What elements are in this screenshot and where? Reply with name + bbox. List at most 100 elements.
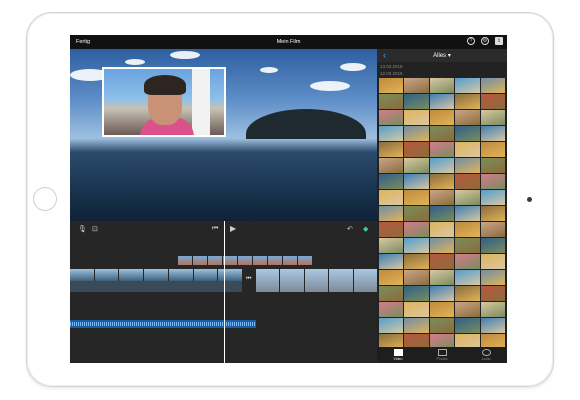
media-thumbnail[interactable] [379,270,404,285]
media-thumbnail[interactable] [379,174,404,189]
media-thumbnail[interactable] [455,238,480,253]
main-clip-strip[interactable] [70,269,243,281]
media-thumbnail[interactable] [480,78,505,93]
media-thumbnail[interactable] [429,190,455,205]
settings-icon[interactable]: ⚙ [481,37,489,45]
media-thumbnail[interactable] [379,318,404,333]
media-thumbnail[interactable] [379,126,404,141]
settings-icon[interactable]: ◆ [363,225,368,233]
media-thumbnail[interactable] [480,318,505,333]
media-thumbnail[interactable] [429,286,455,301]
audio-track[interactable] [70,320,256,328]
media-thumbnail[interactable] [480,158,505,173]
media-thumbnail[interactable] [404,126,429,141]
camera-icon[interactable]: ⊡ [92,225,98,233]
media-thumbnail[interactable] [455,190,480,205]
media-thumbnail[interactable] [379,206,404,221]
media-thumbnail[interactable] [455,254,480,269]
media-thumbnail[interactable] [379,222,404,237]
second-clip-strip[interactable] [256,269,378,292]
play-icon[interactable]: ▶ [230,224,236,233]
picture-in-picture-clip[interactable] [102,67,226,137]
media-thumbnail[interactable] [480,222,505,237]
media-thumbnail[interactable] [404,302,429,317]
media-thumbnail[interactable] [455,270,480,285]
media-thumbnail[interactable] [455,110,480,125]
home-button[interactable] [33,187,57,211]
media-thumbnail[interactable] [379,158,404,173]
media-thumbnail[interactable] [429,110,455,125]
media-thumbnail[interactable] [404,206,429,221]
media-thumbnail[interactable] [455,94,480,109]
media-thumbnail[interactable] [455,206,480,221]
tab-photos[interactable]: Photos [427,348,457,361]
media-thumbnail[interactable] [455,126,480,141]
media-thumbnail[interactable] [455,174,480,189]
media-thumbnail[interactable] [429,158,455,173]
media-thumbnail[interactable] [480,110,505,125]
media-thumbnail[interactable] [404,286,429,301]
help-icon[interactable]: ? [467,37,475,45]
media-thumbnail[interactable] [455,286,480,301]
media-thumbnail[interactable] [480,126,505,141]
media-thumbnail[interactable] [480,254,505,269]
media-thumbnail[interactable] [429,270,455,285]
media-thumbnail[interactable] [429,174,455,189]
media-thumbnail[interactable] [429,94,455,109]
media-thumbnail[interactable] [480,190,505,205]
media-thumbnail[interactable] [455,158,480,173]
media-thumbnail[interactable] [404,270,429,285]
media-thumbnail[interactable] [404,158,429,173]
microphone-icon[interactable]: 🎙 [78,225,87,233]
media-thumbnail[interactable] [379,94,404,109]
media-thumbnail[interactable] [404,222,429,237]
media-thumbnail[interactable] [455,78,480,93]
media-thumbnail[interactable] [404,78,429,93]
media-thumbnail[interactable] [379,302,404,317]
overlay-clip-strip[interactable] [178,256,312,265]
media-thumbnail[interactable] [379,142,404,157]
media-thumbnail[interactable] [404,94,429,109]
video-preview[interactable] [70,49,377,221]
media-thumbnail[interactable] [404,254,429,269]
media-thumbnail[interactable] [379,190,404,205]
media-thumbnail[interactable] [379,238,404,253]
media-thumbnail[interactable] [404,142,429,157]
media-thumbnail[interactable] [379,254,404,269]
media-thumbnail[interactable] [429,302,455,317]
media-thumbnail[interactable] [480,94,505,109]
skip-back-icon[interactable]: ⏮ [212,225,218,233]
media-thumbnail[interactable] [480,238,505,253]
media-thumbnail[interactable] [480,302,505,317]
media-thumbnail[interactable] [455,222,480,237]
playhead[interactable] [224,221,225,363]
transition-icon[interactable]: ⏮ [246,276,254,284]
tab-audio[interactable]: Audio [471,348,501,361]
media-thumbnail[interactable] [429,318,455,333]
media-thumbnail[interactable] [429,126,455,141]
media-thumbnail[interactable] [404,238,429,253]
media-thumbnail[interactable] [404,174,429,189]
media-thumbnail[interactable] [429,222,455,237]
media-thumbnail[interactable] [480,270,505,285]
media-thumbnail[interactable] [429,142,455,157]
media-thumbnail[interactable] [404,190,429,205]
media-thumbnail[interactable] [429,78,455,93]
media-thumbnail[interactable] [480,206,505,221]
media-thumbnail[interactable] [429,206,455,221]
media-thumbnail[interactable] [480,142,505,157]
media-thumbnail[interactable] [429,238,455,253]
media-thumbnail[interactable] [379,78,404,93]
media-thumbnail[interactable] [379,286,404,301]
media-thumbnail[interactable] [480,286,505,301]
media-thumbnail[interactable] [404,110,429,125]
media-thumbnail[interactable] [455,302,480,317]
media-thumbnail[interactable] [455,142,480,157]
media-thumbnail[interactable] [455,318,480,333]
filter-dropdown[interactable]: Alles ▾ [377,52,507,59]
media-thumbnail[interactable] [379,110,404,125]
undo-icon[interactable]: ↶ [347,225,353,233]
share-icon[interactable]: ⇪ [495,37,503,45]
media-thumbnail[interactable] [480,174,505,189]
tab-video[interactable]: Video [383,348,413,361]
